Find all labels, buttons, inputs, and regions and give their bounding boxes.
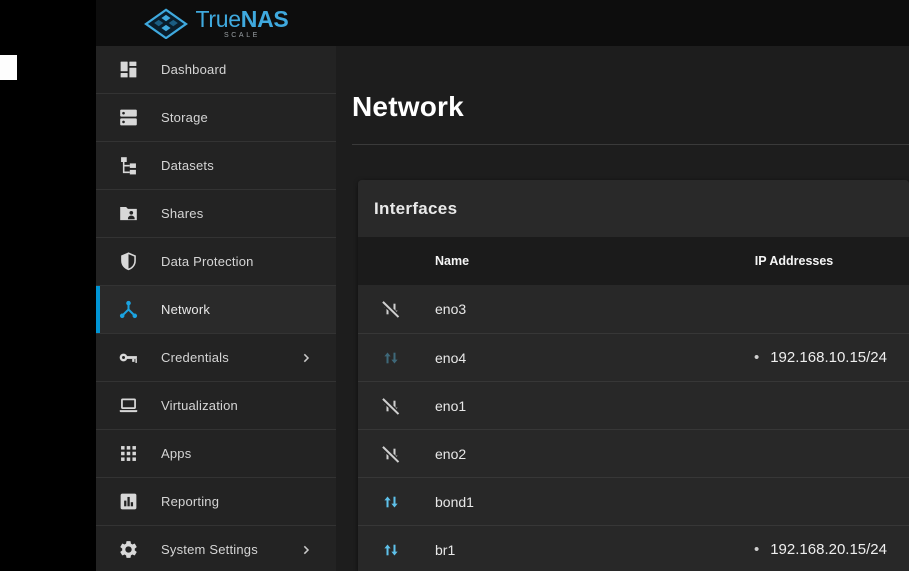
sidebar-item-network[interactable]: Network	[96, 286, 336, 334]
column-header-name[interactable]: Name	[420, 254, 679, 268]
interface-down-icon	[380, 395, 402, 417]
chevron-right-icon	[298, 542, 314, 558]
table-row-bond1[interactable]: bond1	[358, 477, 909, 525]
interface-ip-cell: • 192.168.10.15/24	[679, 349, 909, 366]
brand-name-bold: NAS	[241, 6, 289, 32]
interface-name: bond1	[420, 494, 679, 510]
sidebar-item-label: Apps	[161, 446, 191, 461]
truenas-app: TrueNAS SCALE Dashboard Storage Datasets Sh…	[96, 0, 909, 571]
sidebar-item-datasets[interactable]: Datasets	[96, 142, 336, 190]
virtualization-icon	[116, 394, 140, 418]
state-cell	[358, 443, 420, 465]
main-content: Network Interfaces Name IP Addresses eno…	[336, 46, 909, 571]
interfaces-card: Interfaces Name IP Addresses eno3 eno4 • 19…	[358, 180, 909, 571]
state-cell	[358, 491, 420, 513]
sidebar-item-label: Credentials	[161, 350, 229, 365]
sidebar-item-label: System Settings	[161, 542, 258, 557]
network-icon	[116, 298, 140, 322]
storage-icon	[116, 106, 140, 130]
datasets-icon	[116, 154, 140, 178]
column-header-ip-addresses[interactable]: IP Addresses	[679, 254, 909, 268]
shares-icon	[116, 202, 140, 226]
data-protection-icon	[116, 250, 140, 274]
sidebar-item-reporting[interactable]: Reporting	[96, 478, 336, 526]
ip-bullet: •	[754, 350, 759, 365]
table-header-row: Name IP Addresses	[358, 237, 909, 285]
truenas-logo-icon	[144, 8, 188, 39]
sidebar-item-virtualization[interactable]: Virtualization	[96, 382, 336, 430]
interface-down-icon	[380, 443, 402, 465]
reporting-icon	[116, 490, 140, 514]
interface-name: eno1	[420, 398, 679, 414]
sidebar-item-system-settings[interactable]: System Settings	[96, 526, 336, 571]
sidebar-item-label: Datasets	[161, 158, 214, 173]
table-row-eno4[interactable]: eno4 • 192.168.10.15/24	[358, 333, 909, 381]
interface-ip-cell: • 192.168.20.15/24	[679, 541, 909, 558]
state-cell	[358, 395, 420, 417]
state-cell	[358, 347, 420, 369]
interface-name: br1	[420, 542, 679, 558]
ip-address: 192.168.20.15/24	[770, 541, 887, 558]
interface-up-icon	[380, 539, 402, 561]
sidebar-item-apps[interactable]: Apps	[96, 430, 336, 478]
title-divider	[352, 144, 909, 145]
table-row-eno2[interactable]: eno2	[358, 429, 909, 477]
sidebar-item-label: Shares	[161, 206, 203, 221]
sidebar-item-label: Network	[161, 302, 210, 317]
sidebar-item-shares[interactable]: Shares	[96, 190, 336, 238]
sidebar-item-label: Data Protection	[161, 254, 254, 269]
brand-text: TrueNAS SCALE	[196, 8, 289, 39]
desktop-background	[0, 0, 96, 571]
sidebar-item-label: Dashboard	[161, 62, 226, 77]
interface-up-icon	[380, 347, 402, 369]
apps-icon	[116, 442, 140, 466]
interface-name: eno4	[420, 350, 679, 366]
ip-address: 192.168.10.15/24	[770, 349, 887, 366]
chevron-right-icon	[298, 350, 314, 366]
state-cell	[358, 539, 420, 561]
menu-toggle-button[interactable]	[366, 10, 392, 36]
interfaces-card-title: Interfaces	[358, 180, 909, 237]
top-bar: TrueNAS SCALE	[96, 0, 909, 46]
interface-name: eno2	[420, 446, 679, 462]
sidebar-item-label: Storage	[161, 110, 208, 125]
credentials-icon	[116, 346, 140, 370]
state-cell	[358, 298, 420, 320]
table-row-eno3[interactable]: eno3	[358, 285, 909, 333]
brand-name-light: True	[196, 6, 241, 32]
desktop-window-fragment	[0, 55, 17, 80]
brand-logo[interactable]: TrueNAS SCALE	[96, 8, 336, 39]
sidebar-item-credentials[interactable]: Credentials	[96, 334, 336, 382]
interface-up-icon	[380, 491, 402, 513]
screen: TrueNAS SCALE Dashboard Storage Datasets Sh…	[0, 0, 909, 571]
interface-down-icon	[380, 298, 402, 320]
sidebar-item-label: Virtualization	[161, 398, 238, 413]
page-title: Network	[352, 90, 909, 124]
brand-edition: SCALE	[196, 32, 289, 39]
app-body: Dashboard Storage Datasets Shares Data Prote…	[96, 46, 909, 571]
sidebar-item-dashboard[interactable]: Dashboard	[96, 46, 336, 94]
sidebar-item-storage[interactable]: Storage	[96, 94, 336, 142]
table-row-br1[interactable]: br1 • 192.168.20.15/24	[358, 525, 909, 571]
sidebar-item-data-protection[interactable]: Data Protection	[96, 238, 336, 286]
table-row-eno1[interactable]: eno1	[358, 381, 909, 429]
interface-name: eno3	[420, 301, 679, 317]
sidebar-item-label: Reporting	[161, 494, 219, 509]
sidebar-nav: Dashboard Storage Datasets Shares Data Prote…	[96, 46, 336, 571]
dashboard-icon	[116, 58, 140, 82]
ip-bullet: •	[754, 542, 759, 557]
settings-icon	[116, 538, 140, 562]
